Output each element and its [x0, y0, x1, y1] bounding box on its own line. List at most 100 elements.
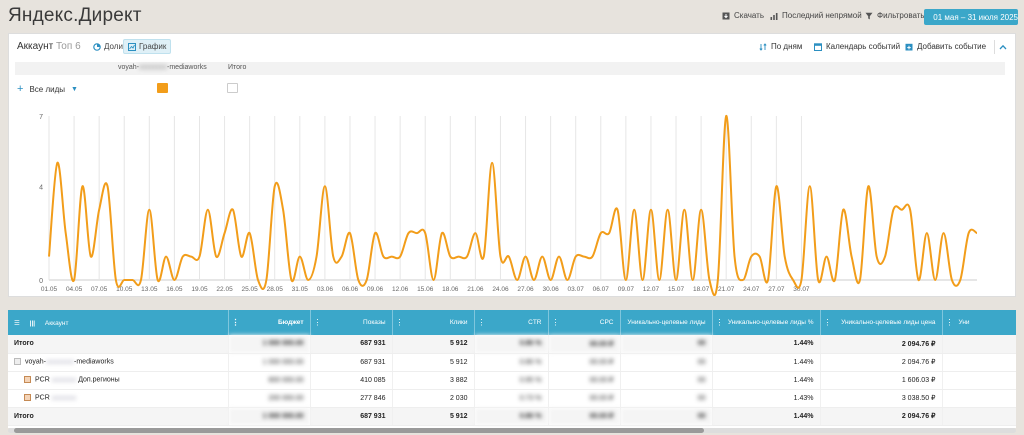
- data-point[interactable]: [131, 278, 135, 282]
- data-point[interactable]: [89, 255, 93, 259]
- data-point[interactable]: [264, 278, 268, 282]
- data-point[interactable]: [540, 255, 544, 259]
- data-point[interactable]: [398, 255, 402, 259]
- data-point[interactable]: [691, 278, 695, 282]
- data-point[interactable]: [549, 278, 553, 282]
- data-point[interactable]: [64, 231, 68, 235]
- data-point[interactable]: [774, 184, 778, 188]
- column-header-extra[interactable]: ⋮ Уни: [942, 310, 1016, 335]
- series-swatch[interactable]: [157, 83, 168, 93]
- table-row-total[interactable]: Итого 1 000 000.00 687 931 5 912 0.86 % …: [8, 335, 1016, 354]
- data-point[interactable]: [122, 278, 126, 282]
- data-point[interactable]: [933, 278, 937, 282]
- data-point[interactable]: [649, 208, 653, 212]
- data-point[interactable]: [315, 255, 319, 259]
- filter-button[interactable]: Фильтровать: [865, 11, 925, 20]
- data-point[interactable]: [440, 231, 444, 235]
- data-point[interactable]: [641, 278, 645, 282]
- data-point[interactable]: [607, 231, 611, 235]
- data-point[interactable]: [356, 278, 360, 282]
- data-point[interactable]: [164, 255, 168, 259]
- data-point[interactable]: [139, 278, 143, 282]
- collapse-button[interactable]: [994, 40, 1010, 54]
- data-point[interactable]: [457, 255, 461, 259]
- data-point[interactable]: [197, 255, 201, 259]
- data-point[interactable]: [465, 255, 469, 259]
- download-button[interactable]: Скачать: [722, 11, 764, 20]
- data-point[interactable]: [55, 161, 59, 165]
- data-point[interactable]: [381, 255, 385, 259]
- data-point[interactable]: [808, 184, 812, 188]
- more-vertical-icon[interactable]: ⋮: [824, 318, 832, 327]
- data-point[interactable]: [741, 278, 745, 282]
- column-header-leads-pct[interactable]: ⋮ Уникально-целевые лиды %: [712, 310, 821, 335]
- expand-toggle-icon[interactable]: [24, 376, 31, 384]
- data-point[interactable]: [590, 255, 594, 259]
- data-point[interactable]: [599, 231, 603, 235]
- scrollbar-thumb[interactable]: [14, 428, 704, 433]
- data-point[interactable]: [975, 231, 979, 235]
- data-point[interactable]: [181, 255, 185, 259]
- data-point[interactable]: [858, 278, 862, 282]
- data-point[interactable]: [532, 278, 536, 282]
- data-point[interactable]: [707, 278, 711, 282]
- data-point[interactable]: [97, 208, 101, 212]
- data-point[interactable]: [749, 255, 753, 259]
- data-point[interactable]: [214, 255, 218, 259]
- data-point[interactable]: [248, 231, 252, 235]
- legend-series[interactable]: voyah-xxxxxxxx-mediaworks: [118, 64, 207, 71]
- data-point[interactable]: [875, 255, 879, 259]
- data-point[interactable]: [147, 208, 151, 212]
- column-header-lead-price[interactable]: ⋮ Уникально-целевые лиды цена: [820, 310, 943, 335]
- column-header-account[interactable]: ☰ ||| Аккаунт: [8, 310, 229, 335]
- data-point[interactable]: [682, 208, 686, 212]
- data-point[interactable]: [850, 255, 854, 259]
- data-point[interactable]: [331, 255, 335, 259]
- data-point[interactable]: [674, 278, 678, 282]
- data-point[interactable]: [206, 208, 210, 212]
- data-point[interactable]: [231, 208, 235, 212]
- data-point[interactable]: [900, 208, 904, 212]
- data-point[interactable]: [390, 255, 394, 259]
- plus-icon[interactable]: +: [17, 83, 23, 95]
- data-point[interactable]: [841, 208, 845, 212]
- series-line[interactable]: [48, 114, 978, 296]
- data-point[interactable]: [925, 231, 929, 235]
- data-point[interactable]: [733, 255, 737, 259]
- data-point[interactable]: [406, 231, 410, 235]
- data-point[interactable]: [524, 255, 528, 259]
- date-range-button[interactable]: 01 мая – 31 июля 2025: [924, 9, 1018, 25]
- data-point[interactable]: [80, 184, 84, 188]
- data-point[interactable]: [482, 255, 486, 259]
- data-point[interactable]: [72, 278, 76, 282]
- metric-selector[interactable]: + Все лиды ▼: [17, 83, 78, 95]
- data-point[interactable]: [632, 208, 636, 212]
- data-point[interactable]: [256, 278, 260, 282]
- data-point[interactable]: [716, 278, 720, 282]
- data-point[interactable]: [958, 278, 962, 282]
- by-days-button[interactable]: По дням: [759, 42, 802, 51]
- table-row[interactable]: voyah-xxxxxxxx-mediaworks 1 000 000.00 6…: [8, 353, 1016, 372]
- events-calendar-button[interactable]: Календарь событий: [814, 42, 900, 51]
- data-point[interactable]: [825, 255, 829, 259]
- data-point[interactable]: [298, 255, 302, 259]
- table-row-total[interactable]: Итого 1 000 000.00 687 931 5 912 0.86 % …: [8, 407, 1016, 426]
- data-point[interactable]: [507, 255, 511, 259]
- data-point[interactable]: [624, 278, 628, 282]
- data-point[interactable]: [490, 161, 494, 165]
- column-header-clicks[interactable]: ⋮ Клики: [392, 310, 475, 335]
- more-vertical-icon[interactable]: ⋮: [946, 318, 954, 327]
- data-point[interactable]: [666, 208, 670, 212]
- more-vertical-icon[interactable]: ⋮: [716, 318, 724, 327]
- table-row[interactable]: PCR xxxxxxx Доп.регионы 800 000.00 410 0…: [8, 371, 1016, 390]
- data-point[interactable]: [574, 255, 578, 259]
- more-vertical-icon[interactable]: ⋮: [396, 318, 404, 327]
- data-point[interactable]: [273, 184, 277, 188]
- table-row[interactable]: PCR xxxxxxx 200 000.00 277 846 2 030 0.7…: [8, 389, 1016, 408]
- view-shares-button[interactable]: Доли: [89, 39, 127, 54]
- data-point[interactable]: [908, 208, 912, 212]
- data-point[interactable]: [758, 255, 762, 259]
- column-header-impressions[interactable]: ⋮ Показы: [310, 310, 393, 335]
- data-point[interactable]: [891, 208, 895, 212]
- data-point[interactable]: [432, 278, 436, 282]
